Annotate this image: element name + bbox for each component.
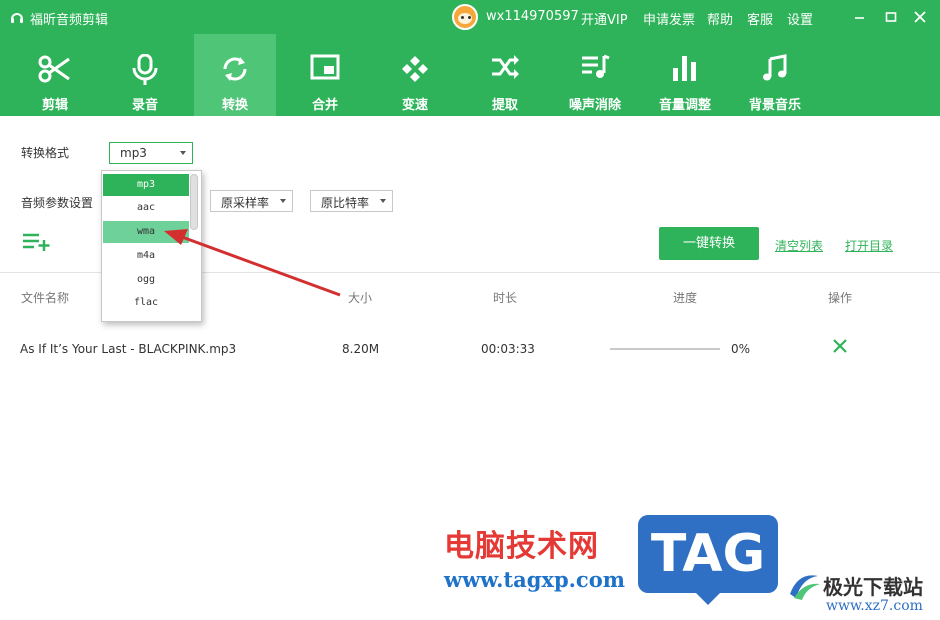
watermark-cn: 电脑技术网 <box>444 529 599 564</box>
watermark-site-url: www.xz7.com <box>826 598 923 614</box>
watermark-site-cn: 极光下载站 <box>823 575 923 599</box>
watermark-url: www.tagxp.com <box>444 567 625 592</box>
aurora-logo-icon <box>790 575 820 600</box>
watermark-tag-logo: TAG <box>638 515 778 605</box>
